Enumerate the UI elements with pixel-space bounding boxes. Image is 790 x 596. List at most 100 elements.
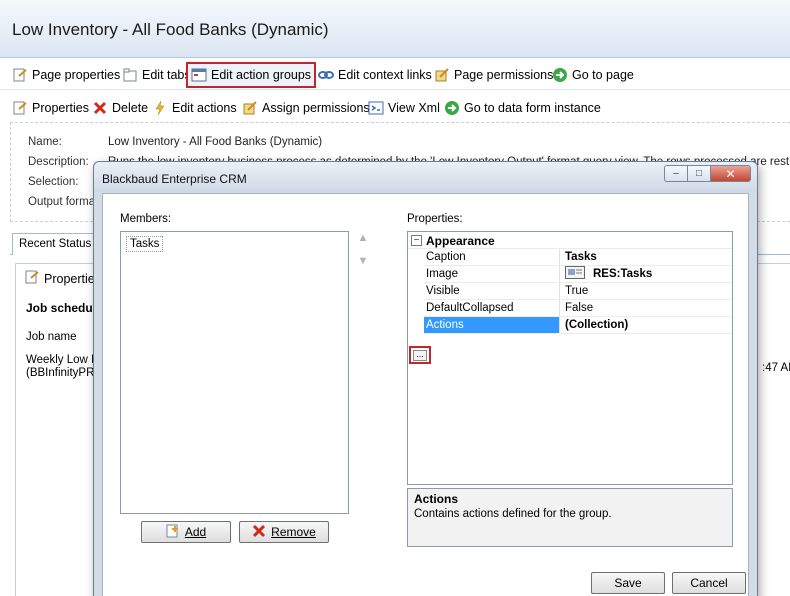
delete-label: Delete <box>112 101 149 115</box>
save-label: Save <box>614 576 642 590</box>
edit-action-groups-button[interactable]: Edit action groups <box>185 62 317 88</box>
name-label: Name: <box>28 136 62 148</box>
page-permissions-button[interactable]: Page permissions <box>434 65 553 85</box>
properties-label: Properties: <box>407 213 463 225</box>
property-name: Caption <box>424 249 560 265</box>
action-groups-icon <box>191 67 207 83</box>
edit-tabs-label: Edit tabs <box>142 68 191 82</box>
image-thumbnail-icon <box>565 266 585 282</box>
minimize-button[interactable]: – <box>664 165 688 182</box>
description-label: Description: <box>28 156 89 168</box>
property-name: DefaultCollapsed <box>424 300 560 316</box>
properties-header[interactable]: Properties <box>24 269 101 288</box>
property-value[interactable]: Tasks <box>561 249 731 265</box>
property-value[interactable]: True <box>561 283 731 299</box>
link-icon <box>318 67 334 83</box>
property-value-wrap[interactable]: RES:Tasks <box>561 266 731 282</box>
go-to-data-form-label: Go to data form instance <box>464 101 601 115</box>
page-header: Low Inventory - All Food Banks (Dynamic) <box>0 0 790 58</box>
assign-permissions-button[interactable]: Assign permissions <box>242 98 370 118</box>
selection-label: Selection: <box>28 176 79 188</box>
add-label: Add <box>184 525 207 539</box>
property-grid: − Appearance Caption Tasks Image RES:Tas… <box>407 231 733 485</box>
property-name: Visible <box>424 283 560 299</box>
dialog-titlebar[interactable]: Blackbaud Enterprise CRM – □ ✕ <box>94 162 757 192</box>
job-schedule-title: Job schedule <box>26 301 103 315</box>
page-properties-button[interactable]: Page properties <box>12 65 120 85</box>
edit-tabs-button[interactable]: Edit tabs <box>122 65 191 85</box>
edit-actions-label: Edit actions <box>172 101 237 115</box>
property-name: Actions <box>424 317 560 333</box>
go-to-data-form-button[interactable]: Go to data form instance <box>444 98 601 118</box>
maximize-button[interactable]: □ <box>688 165 711 182</box>
properties-button[interactable]: Properties <box>12 98 89 118</box>
collection-ellipsis-button[interactable]: ... <box>409 346 431 364</box>
view-xml-button[interactable]: View Xml <box>368 98 440 118</box>
collapse-icon[interactable]: − <box>411 235 422 246</box>
members-label: Members: <box>120 213 172 225</box>
members-list[interactable]: Tasks <box>120 231 349 514</box>
view-xml-label: View Xml <box>388 101 440 115</box>
job-time: :47 AM <box>762 362 790 374</box>
go-arrow-icon <box>552 67 568 83</box>
edit-context-links-button[interactable]: Edit context links <box>318 65 432 85</box>
description-text: Contains actions defined for the group. <box>414 508 612 520</box>
go-arrow-icon <box>444 100 460 116</box>
section-toolbar: Properties Delete Edit actions Assign pe… <box>0 93 790 123</box>
member-item-tasks[interactable]: Tasks <box>126 236 164 252</box>
delete-x-icon <box>92 100 108 116</box>
cancel-label: Cancel <box>690 576 728 590</box>
arrow-up-icon: ▲ <box>357 232 369 244</box>
property-row-visible[interactable]: Visible True <box>424 283 732 300</box>
edit-actions-button[interactable]: Edit actions <box>152 98 237 118</box>
property-value[interactable]: False <box>561 300 731 316</box>
page-properties-icon <box>12 67 28 83</box>
maximize-icon: □ <box>695 168 703 179</box>
close-button[interactable]: ✕ <box>711 165 751 182</box>
edit-tabs-icon <box>122 67 138 83</box>
description-title: Actions <box>414 492 459 506</box>
add-button[interactable]: Add <box>141 521 231 543</box>
arrow-down-icon: ▼ <box>357 255 369 267</box>
page-permissions-label: Page permissions <box>454 68 554 82</box>
save-button[interactable]: Save <box>591 572 665 594</box>
add-icon <box>166 524 180 541</box>
go-to-page-button[interactable]: Go to page <box>552 65 634 85</box>
property-value[interactable]: (Collection) <box>561 317 731 333</box>
job-row-line1: Weekly Low In <box>26 354 101 366</box>
xml-icon <box>368 100 384 116</box>
remove-button[interactable]: Remove <box>239 521 329 543</box>
job-name-header: Job name <box>26 331 77 343</box>
category-appearance[interactable]: − Appearance <box>408 232 732 249</box>
cancel-button[interactable]: Cancel <box>672 572 746 594</box>
remove-x-icon <box>252 524 266 541</box>
tab-recent-status[interactable]: Recent Status <box>12 233 99 255</box>
dialog-body: Members: Tasks ▲ ▼ Add Remove Properties… <box>102 193 749 596</box>
properties-icon <box>24 269 40 288</box>
property-row-defaultcollapsed[interactable]: DefaultCollapsed False <box>424 300 732 317</box>
go-to-page-label: Go to page <box>572 68 634 82</box>
property-row-image[interactable]: Image RES:Tasks <box>424 266 732 283</box>
property-name: Image <box>424 266 560 282</box>
output-format-label: Output forma <box>28 196 96 208</box>
permissions-icon <box>434 67 450 83</box>
property-description-panel: Actions Contains actions defined for the… <box>407 488 733 547</box>
category-label: Appearance <box>426 234 495 248</box>
close-icon: ✕ <box>725 166 736 181</box>
ellipsis-icon: ... <box>413 350 427 361</box>
property-row-caption[interactable]: Caption Tasks <box>424 249 732 266</box>
minimize-icon: – <box>673 168 679 179</box>
edit-context-links-label: Edit context links <box>338 68 432 82</box>
delete-button[interactable]: Delete <box>92 98 148 118</box>
move-up-button[interactable]: ▲ <box>356 232 370 246</box>
dialog-title: Blackbaud Enterprise CRM <box>102 172 247 186</box>
name-value: Low Inventory - All Food Banks (Dynamic) <box>108 136 323 148</box>
properties-label: Properties <box>32 101 89 115</box>
assign-permissions-label: Assign permissions <box>262 101 370 115</box>
property-row-actions[interactable]: Actions (Collection) <box>424 317 732 334</box>
page-toolbar: Page properties Edit tabs Edit action gr… <box>0 60 790 90</box>
permissions-icon <box>242 100 258 116</box>
window-controls: – □ ✕ <box>664 165 751 182</box>
move-down-button[interactable]: ▼ <box>356 255 370 269</box>
edit-action-groups-label: Edit action groups <box>211 68 312 82</box>
